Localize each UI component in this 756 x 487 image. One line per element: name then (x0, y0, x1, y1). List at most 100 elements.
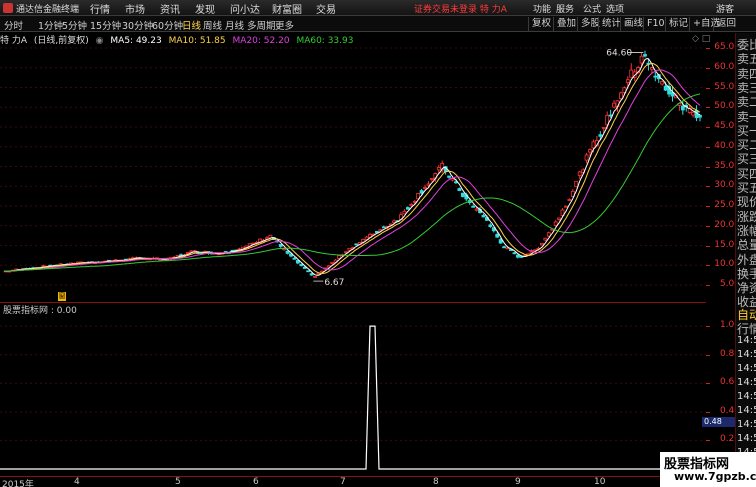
mark-button[interactable]: 标记 (665, 17, 691, 31)
menu-options[interactable]: 选项 (606, 2, 624, 15)
candle-body (588, 149, 592, 153)
high-price-label: 64.60 (606, 49, 632, 59)
candle-body (381, 226, 386, 229)
menu-trade[interactable]: 交易 (316, 1, 336, 16)
f10-button[interactable]: F10 (643, 17, 668, 31)
candle-body (185, 252, 190, 254)
ma60-line (3, 93, 701, 272)
candle-body (402, 210, 407, 215)
tab-5min[interactable]: 5分钟 (62, 18, 87, 32)
candle-body (306, 270, 311, 273)
trade-time: 14:56 (737, 405, 756, 416)
candle-body (591, 141, 596, 149)
candle-body (574, 180, 579, 188)
candle-body (553, 221, 558, 226)
overlay-label: 叠加 (557, 18, 577, 29)
candle-body (502, 246, 506, 249)
candle-body (515, 254, 520, 258)
candle-body (698, 114, 702, 118)
f10-label: F10 (647, 18, 665, 29)
tab-more[interactable]: 更多 (275, 18, 294, 32)
candle-body (330, 261, 335, 264)
candle-body (598, 134, 603, 137)
candle-body (660, 81, 665, 85)
candle-body (423, 187, 427, 189)
candle-body (285, 250, 290, 254)
candle-body (436, 167, 441, 171)
candle-body (663, 85, 668, 91)
tab-intraday[interactable]: 分时 (4, 18, 23, 32)
candle-body (498, 239, 503, 244)
draw-label: 画线 (624, 18, 644, 29)
candle-body (309, 273, 314, 276)
menu-market[interactable]: 市场 (125, 1, 145, 16)
candle-body (543, 237, 548, 241)
menu-discover[interactable]: 发现 (195, 1, 215, 16)
candle-body (457, 188, 462, 191)
date-axis: 2015年 4 5 6 7 8 9 10 (0, 476, 756, 487)
tab-30min[interactable]: 30分钟 (122, 18, 153, 32)
adjust-button[interactable]: 复权 (528, 17, 554, 31)
stats-label: 统计 (602, 18, 622, 29)
trade-time: 14:56 (737, 391, 756, 402)
trade-time: 14:56 (737, 419, 756, 430)
indicator-current-value: 0.48 (702, 417, 735, 427)
user-guest[interactable]: 游客 (716, 2, 734, 15)
candle-body (625, 79, 630, 83)
candle-body (567, 199, 572, 201)
candle-body (495, 233, 500, 238)
quote-side-panel: L 委比卖五卖四卖三卖二卖一买一买二买三买四买五现价涨跌涨幅总量外盘换手净资收益… (735, 33, 756, 477)
title-bar: 通达信金融终端 行情 市场 资讯 发现 问小达 财富圈 交易 证券交易未登录 特… (0, 0, 756, 16)
candle-body (292, 257, 297, 260)
site-watermark: 股票指标网 www.7gpzb.com (660, 452, 756, 487)
candle-body (643, 54, 647, 57)
tab-60min[interactable]: 60分钟 (152, 18, 183, 32)
candle-body (430, 177, 434, 180)
watermark-line2: www.7gpzb.com (674, 470, 756, 483)
overlay-button[interactable]: 叠加 (553, 17, 579, 31)
menu-service[interactable]: 服务 (556, 2, 574, 15)
candle-body (282, 248, 287, 251)
candlestick-chart[interactable]: 64.60 6.67 (0, 45, 706, 301)
menu-quotes[interactable]: 行情 (90, 1, 110, 16)
candle-body (680, 105, 685, 111)
menu-functions[interactable]: 功能 (533, 2, 551, 15)
back-label: 返回 (717, 18, 737, 29)
sub-indicator-header: 股票指标网 : 0.00 (0, 303, 706, 316)
indicator-chart[interactable] (0, 314, 706, 474)
candle-body (629, 69, 634, 78)
menu-wealth[interactable]: 财富圈 (272, 1, 302, 16)
event-marker-icon[interactable]: 窗 (58, 292, 66, 301)
tab-1min[interactable]: 1分钟 (38, 18, 63, 32)
candle-body (392, 220, 397, 223)
candle-body (488, 224, 493, 227)
back-button[interactable]: 返回 (713, 17, 739, 31)
menu-formula[interactable]: 公式 (583, 2, 601, 15)
tab-weekly[interactable]: 周线 (203, 18, 222, 32)
indicator-info-row: 特 力A (日线,前复权) ◉ MA5: 49.23 MA10: 51.85 M… (0, 33, 357, 46)
candle-body (419, 190, 424, 194)
candle-body (608, 114, 613, 117)
candle-body (577, 171, 582, 176)
candle-body (653, 75, 658, 78)
menu-news[interactable]: 资讯 (160, 1, 180, 16)
candle-body (612, 102, 616, 108)
date-tick-label: 6 (253, 477, 259, 487)
login-alert[interactable]: 证券交易未登录 特 力A (414, 2, 507, 15)
app-title: 通达信金融终端 (16, 5, 80, 15)
candle-body (474, 208, 479, 211)
tab-15min[interactable]: 15分钟 (90, 18, 121, 32)
tab-daily[interactable]: 日线 (182, 18, 201, 32)
candle-body (447, 175, 451, 178)
date-tick-label: 2015年 (2, 480, 34, 487)
candle-body (405, 207, 410, 210)
menu-ask[interactable]: 问小达 (230, 1, 260, 16)
app-logo-icon (3, 3, 13, 13)
tab-multi-period[interactable]: 多周期 (247, 18, 276, 32)
low-price-label: 6.67 (324, 278, 344, 288)
tab-monthly[interactable]: 月线 (225, 18, 244, 32)
candle-body (313, 276, 317, 278)
candle-body (601, 126, 606, 129)
date-tick-label: 7 (340, 477, 346, 487)
candle-body (299, 264, 304, 267)
